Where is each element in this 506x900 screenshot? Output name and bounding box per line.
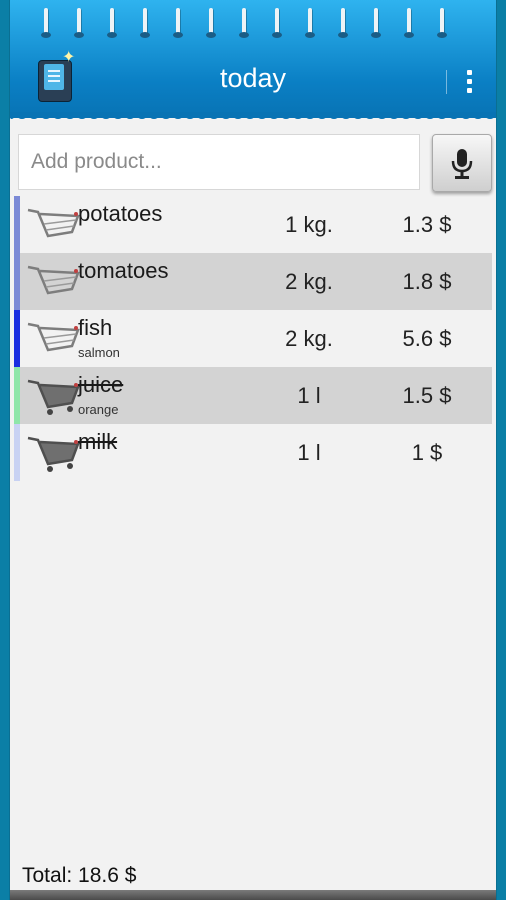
voice-input-button[interactable] bbox=[432, 134, 492, 192]
item-name: tomatoes bbox=[78, 258, 169, 283]
item-name: milk bbox=[78, 429, 118, 454]
product-list: potatoes 1 kg. 1.3 $ tomatoes 2 kg. 1.8 $ fish… bbox=[14, 196, 492, 481]
item-price: 5.6 $ bbox=[402, 326, 452, 351]
list-item[interactable]: juice orange 1 l 1.5 $ bbox=[14, 367, 492, 424]
cart-filled-icon[interactable] bbox=[24, 373, 82, 417]
microphone-icon bbox=[451, 149, 473, 179]
item-quantity: 2 kg. bbox=[285, 326, 333, 351]
spiral-ring bbox=[239, 8, 249, 38]
spiral-binding bbox=[10, 0, 496, 40]
overflow-menu-icon[interactable] bbox=[458, 64, 482, 100]
item-price: 1.3 $ bbox=[402, 212, 452, 237]
item-quantity: 1 l bbox=[297, 440, 321, 465]
spiral-ring bbox=[140, 8, 150, 38]
spiral-ring bbox=[74, 8, 84, 38]
total-label: Total: 18.6 $ bbox=[22, 864, 137, 887]
cart-outline-icon[interactable] bbox=[24, 202, 82, 246]
item-name: potatoes bbox=[78, 201, 163, 226]
item-name: fish bbox=[78, 315, 113, 340]
item-price: 1.5 $ bbox=[402, 383, 452, 408]
cart-filled-icon[interactable] bbox=[24, 430, 82, 474]
bottom-bar bbox=[10, 890, 496, 900]
spiral-ring bbox=[206, 8, 216, 38]
priority-color-bar bbox=[14, 253, 20, 310]
spiral-ring bbox=[272, 8, 282, 38]
item-quantity: 2 kg. bbox=[285, 269, 333, 294]
list-item[interactable]: milk 1 l 1 $ bbox=[14, 424, 492, 481]
spiral-ring bbox=[338, 8, 348, 38]
priority-color-bar bbox=[14, 424, 20, 481]
item-note: salmon bbox=[78, 345, 120, 360]
spiral-ring bbox=[371, 8, 381, 38]
add-product-field[interactable] bbox=[18, 134, 420, 190]
priority-color-bar bbox=[14, 310, 20, 367]
item-price: 1 $ bbox=[411, 440, 443, 465]
spiral-ring bbox=[437, 8, 447, 38]
item-price: 1.8 $ bbox=[402, 269, 452, 294]
cart-outline-icon[interactable] bbox=[24, 259, 82, 303]
add-product-input[interactable] bbox=[19, 135, 419, 189]
priority-color-bar bbox=[14, 196, 20, 253]
menu-divider bbox=[446, 70, 447, 94]
spiral-ring bbox=[404, 8, 414, 38]
torn-paper-edge bbox=[10, 112, 496, 119]
cart-outline-icon[interactable] bbox=[24, 316, 82, 360]
spiral-ring bbox=[173, 8, 183, 38]
item-quantity: 1 l bbox=[297, 383, 321, 408]
app-header: ✦ today bbox=[10, 0, 496, 118]
spiral-ring bbox=[41, 8, 51, 38]
priority-color-bar bbox=[14, 367, 20, 424]
spiral-ring bbox=[305, 8, 315, 38]
list-title[interactable]: today bbox=[10, 60, 496, 96]
item-note: orange bbox=[78, 402, 119, 417]
notebook-page: ✦ today potatoes 1 kg. 1.3 $ tomatoes 2 kg. 1… bbox=[10, 0, 496, 900]
spiral-ring bbox=[107, 8, 117, 38]
item-name: juice bbox=[78, 372, 124, 397]
list-item[interactable]: fish salmon 2 kg. 5.6 $ bbox=[14, 310, 492, 367]
item-quantity: 1 kg. bbox=[285, 212, 333, 237]
list-item[interactable]: tomatoes 2 kg. 1.8 $ bbox=[14, 253, 492, 310]
list-item[interactable]: potatoes 1 kg. 1.3 $ bbox=[14, 196, 492, 253]
